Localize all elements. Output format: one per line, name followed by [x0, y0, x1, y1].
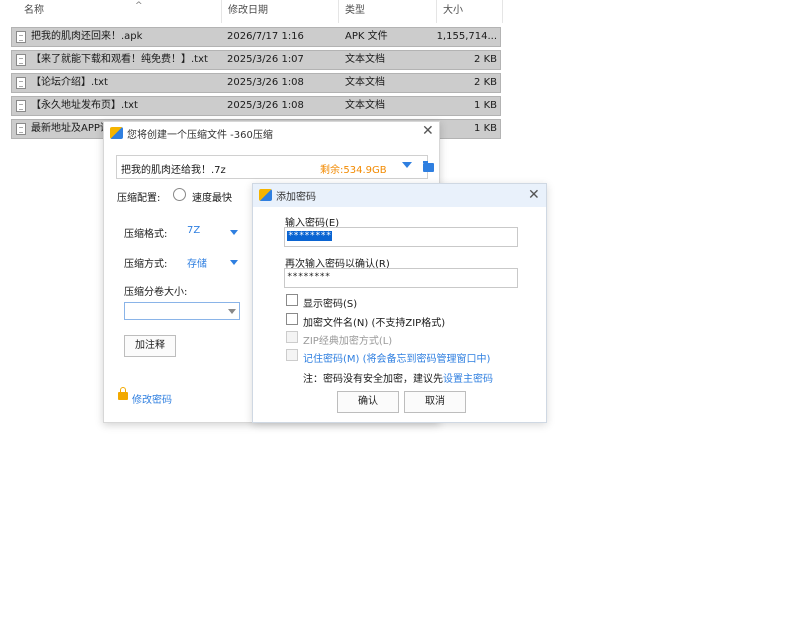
free-space-label: 剩余:534.9GB: [320, 165, 387, 176]
format-label: 压缩格式:: [124, 229, 168, 240]
method-label: 压缩方式:: [124, 259, 168, 270]
column-header-size[interactable]: 大小: [437, 0, 503, 23]
file-date: 2025/3/26 1:07: [227, 54, 304, 65]
compress-dialog-title: 您将创建一个压缩文件 -360压缩: [127, 130, 273, 141]
file-name: 把我的肌肉还回来！.apk: [31, 31, 143, 42]
column-header-name[interactable]: 名称 ^: [18, 0, 222, 23]
column-type-label: 类型: [345, 5, 365, 16]
file-size: 1 KB: [474, 123, 497, 134]
text-file-icon: [16, 123, 26, 135]
file-row[interactable]: 【永久地址发布页】.txt 2025/3/26 1:08 文本文档 1 KB: [11, 96, 501, 116]
file-size: 2 KB: [474, 54, 497, 65]
speed-fastest-radio[interactable]: [173, 188, 186, 201]
file-name: 【论坛介绍】.txt: [31, 77, 108, 88]
file-row[interactable]: 【来了就能下载和观看！纯免费！】.txt 2025/3/26 1:07 文本文档…: [11, 50, 501, 70]
file-date: 2025/3/26 1:08: [227, 100, 304, 111]
file-name: 最新地址及APP请: [31, 123, 110, 134]
file-icon: [16, 31, 26, 43]
archive-name: 把我的肌肉还给我！.7z: [121, 165, 226, 176]
archive-path-input[interactable]: 把我的肌肉还给我！.7z 剩余:534.9GB: [116, 155, 434, 179]
security-note-text: 注：密码没有安全加密，建议先: [303, 374, 443, 385]
confirm-password-value: ********: [287, 272, 331, 282]
file-type: 文本文档: [345, 54, 385, 65]
method-select[interactable]: 存储: [187, 255, 207, 270]
file-type: APK 文件: [345, 31, 388, 42]
file-date: 2026/7/17 1:16: [227, 31, 304, 42]
split-size-label: 压缩分卷大小:: [124, 287, 188, 298]
close-icon[interactable]: ✕: [422, 123, 434, 139]
add-password-dialog: 添加密码 ✕ 输入密码(E) ******** 再次输入密码以确认(R) ***…: [252, 183, 547, 423]
split-size-input[interactable]: [124, 302, 240, 320]
text-file-icon: [16, 77, 26, 89]
file-size: 1,155,714...: [436, 31, 497, 42]
chevron-down-icon[interactable]: [230, 260, 238, 265]
change-password-link[interactable]: 修改密码: [132, 391, 172, 406]
password-value: ********: [287, 231, 333, 241]
file-list-header: 名称 ^ 修改日期 类型 大小: [0, 0, 505, 23]
config-label: 压缩配置:: [117, 193, 161, 204]
speed-fastest-label[interactable]: 速度最快: [192, 189, 232, 204]
sort-ascending-icon: ^: [135, 1, 143, 11]
folder-icon[interactable]: [423, 161, 434, 172]
set-master-password-link[interactable]: 设置主密码: [443, 374, 493, 385]
password-dialog-title: 添加密码: [276, 192, 316, 203]
close-icon[interactable]: ✕: [528, 187, 540, 203]
compress-dialog-title-bar[interactable]: 您将创建一个压缩文件 -360压缩 ✕: [104, 122, 439, 144]
lock-icon: [118, 387, 128, 400]
ok-button[interactable]: 确认: [337, 391, 399, 413]
column-name-label: 名称: [24, 5, 44, 16]
password-dialog-title-bar[interactable]: 添加密码 ✕: [253, 184, 546, 207]
remember-password-label[interactable]: 记住密码(M) (将会备忘到密码管理窗口中): [303, 350, 490, 365]
encrypt-filenames-checkbox[interactable]: [286, 313, 298, 325]
zip-classic-label: ZIP经典加密方式(L): [303, 336, 393, 347]
column-size-label: 大小: [443, 5, 463, 16]
remember-password-checkbox[interactable]: [286, 349, 298, 361]
add-comment-button[interactable]: 加注释: [124, 335, 176, 357]
cancel-button[interactable]: 取消: [404, 391, 466, 413]
encrypt-filenames-label[interactable]: 加密文件名(N) (不支持ZIP格式): [303, 314, 445, 329]
security-note: 注：密码没有安全加密，建议先设置主密码: [303, 370, 493, 385]
show-password-checkbox[interactable]: [286, 294, 298, 306]
file-row[interactable]: 【论坛介绍】.txt 2025/3/26 1:08 文本文档 2 KB: [11, 73, 501, 93]
file-size: 2 KB: [474, 77, 497, 88]
360-zip-logo-icon: [110, 127, 123, 139]
format-select[interactable]: 7Z: [187, 225, 200, 236]
chevron-down-icon[interactable]: [228, 309, 236, 314]
zip-classic-checkbox: [286, 331, 298, 343]
column-header-type[interactable]: 类型: [339, 0, 437, 23]
text-file-icon: [16, 100, 26, 112]
password-input[interactable]: ********: [284, 227, 518, 247]
file-size: 1 KB: [474, 100, 497, 111]
column-date-label: 修改日期: [228, 5, 268, 16]
show-password-label[interactable]: 显示密码(S): [303, 295, 357, 310]
file-row[interactable]: 把我的肌肉还回来！.apk 2026/7/17 1:16 APK 文件 1,15…: [11, 27, 501, 47]
360-zip-logo-icon: [259, 189, 272, 201]
column-header-date[interactable]: 修改日期: [222, 0, 339, 23]
confirm-password-input[interactable]: ********: [284, 268, 518, 288]
chevron-down-icon[interactable]: [230, 230, 238, 235]
chevron-down-icon[interactable]: [402, 162, 412, 168]
file-name: 【来了就能下载和观看！纯免费！】.txt: [31, 54, 208, 65]
text-file-icon: [16, 54, 26, 66]
file-type: 文本文档: [345, 77, 385, 88]
file-date: 2025/3/26 1:08: [227, 77, 304, 88]
file-name: 【永久地址发布页】.txt: [31, 100, 138, 111]
file-type: 文本文档: [345, 100, 385, 111]
